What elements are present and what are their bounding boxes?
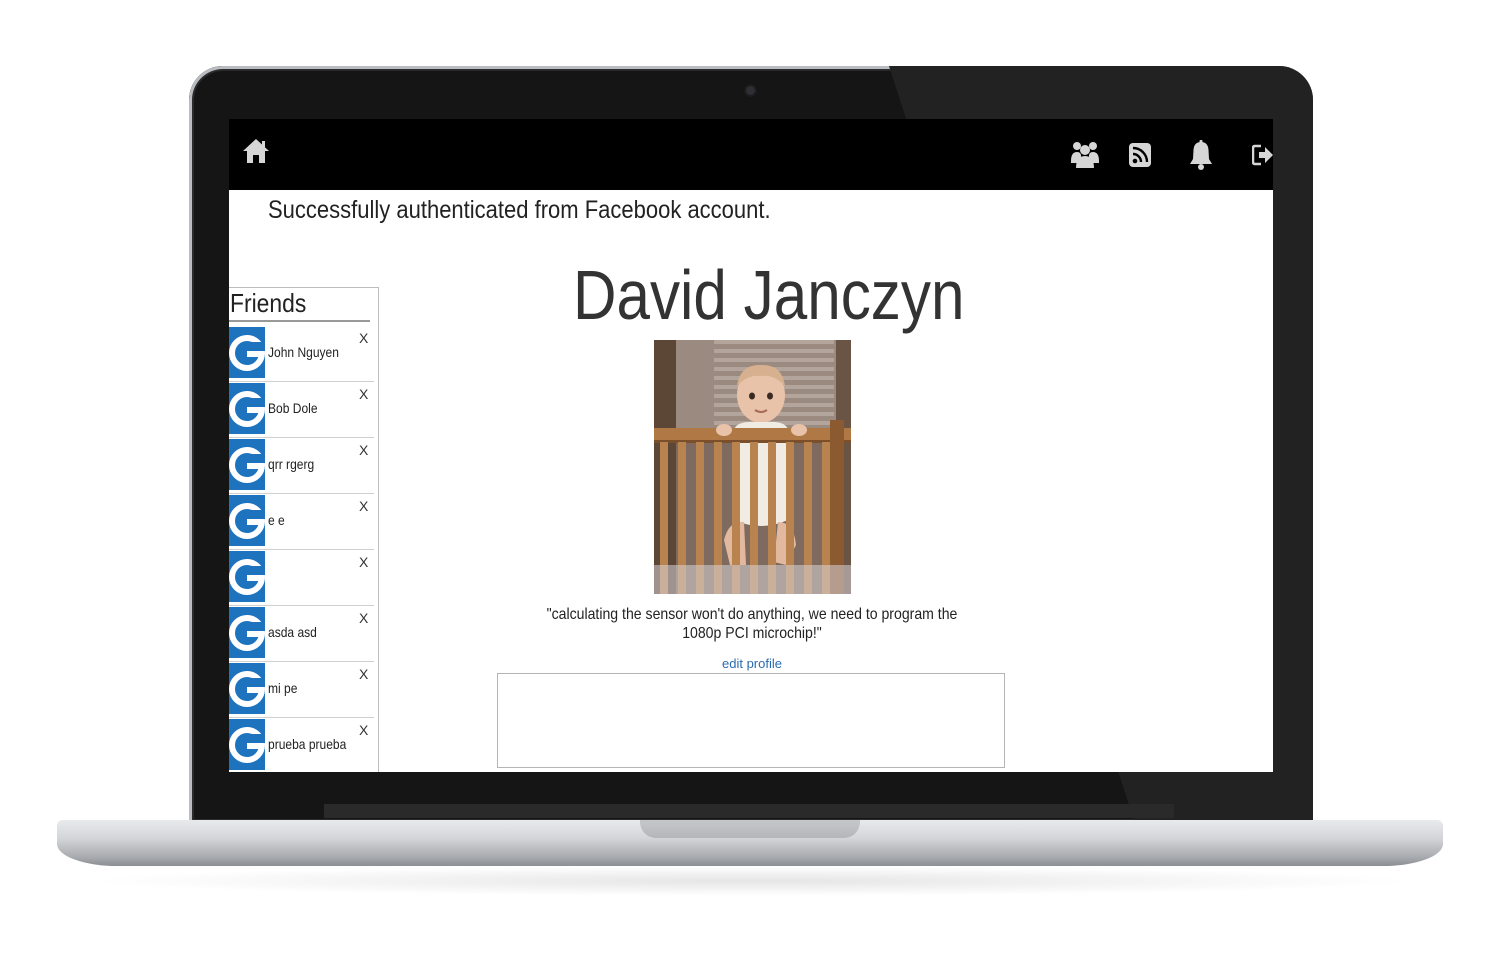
notifications-bell-icon[interactable] (1189, 140, 1213, 170)
remove-friend-button[interactable]: X (359, 722, 368, 738)
friend-avatar-icon (229, 439, 265, 490)
rss-feed-icon[interactable] (1129, 143, 1151, 167)
bezel-strip (324, 804, 1174, 818)
friends-title: Friends (230, 288, 307, 318)
remove-friend-button[interactable]: X (359, 330, 368, 346)
logout-icon[interactable] (1252, 144, 1273, 166)
laptop-shadow (80, 866, 1420, 896)
friend-item[interactable]: Bob Dole X (229, 382, 374, 438)
friend-avatar-icon (229, 495, 265, 546)
profile-quote-text: "calculating the sensor won't do anythin… (546, 606, 958, 642)
profile-photo (654, 340, 851, 594)
friend-list: John Nguyen X Bob Dole X qrr rgerg X e e… (229, 326, 376, 772)
post-textarea[interactable] (497, 673, 1005, 768)
friend-avatar-icon (229, 607, 265, 658)
friend-name: mi pe (268, 680, 298, 696)
friend-item[interactable]: mi pe X (229, 662, 374, 718)
remove-friend-button[interactable]: X (359, 666, 368, 682)
friend-name: John Nguyen (268, 344, 339, 360)
laptop-base (57, 820, 1443, 866)
friend-item[interactable]: asda asd X (229, 606, 374, 662)
friend-item[interactable]: prueba prueba X (229, 718, 374, 772)
friends-divider (229, 320, 370, 322)
friend-name: asda asd (268, 624, 317, 640)
profile-name: David Janczyn (573, 256, 965, 334)
friends-panel: Friends John Nguyen X Bob Dole X qrr rge… (229, 287, 379, 772)
remove-friend-button[interactable]: X (359, 442, 368, 458)
remove-friend-button[interactable]: X (359, 498, 368, 514)
screen: Successfully authenticated from Facebook… (229, 119, 1273, 772)
friend-avatar-icon (229, 663, 265, 714)
flash-message: Successfully authenticated from Facebook… (268, 196, 771, 224)
remove-friend-button[interactable]: X (359, 610, 368, 626)
friend-avatar-icon (229, 327, 265, 378)
friend-item[interactable]: e e X (229, 494, 374, 550)
home-icon[interactable] (242, 137, 270, 165)
friend-name: Bob Dole (268, 400, 318, 416)
base-notch (640, 820, 860, 838)
edit-profile-link[interactable]: edit profile (702, 656, 802, 671)
friend-item[interactable]: X (229, 550, 374, 606)
friend-name: qrr rgerg (268, 456, 315, 472)
friend-item[interactable]: John Nguyen X (229, 326, 374, 382)
navbar (229, 119, 1273, 190)
friend-item[interactable]: qrr rgerg X (229, 438, 374, 494)
friend-avatar-icon (229, 719, 265, 770)
friend-avatar-icon (229, 551, 265, 602)
friend-avatar-icon (229, 383, 265, 434)
friend-name: prueba prueba (268, 736, 347, 752)
webcam (746, 86, 755, 95)
remove-friend-button[interactable]: X (359, 386, 368, 402)
remove-friend-button[interactable]: X (359, 554, 368, 570)
friends-icon[interactable] (1071, 139, 1099, 169)
profile-quote: "calculating the sensor won't do anythin… (499, 605, 1005, 643)
friend-name: e e (268, 512, 285, 528)
